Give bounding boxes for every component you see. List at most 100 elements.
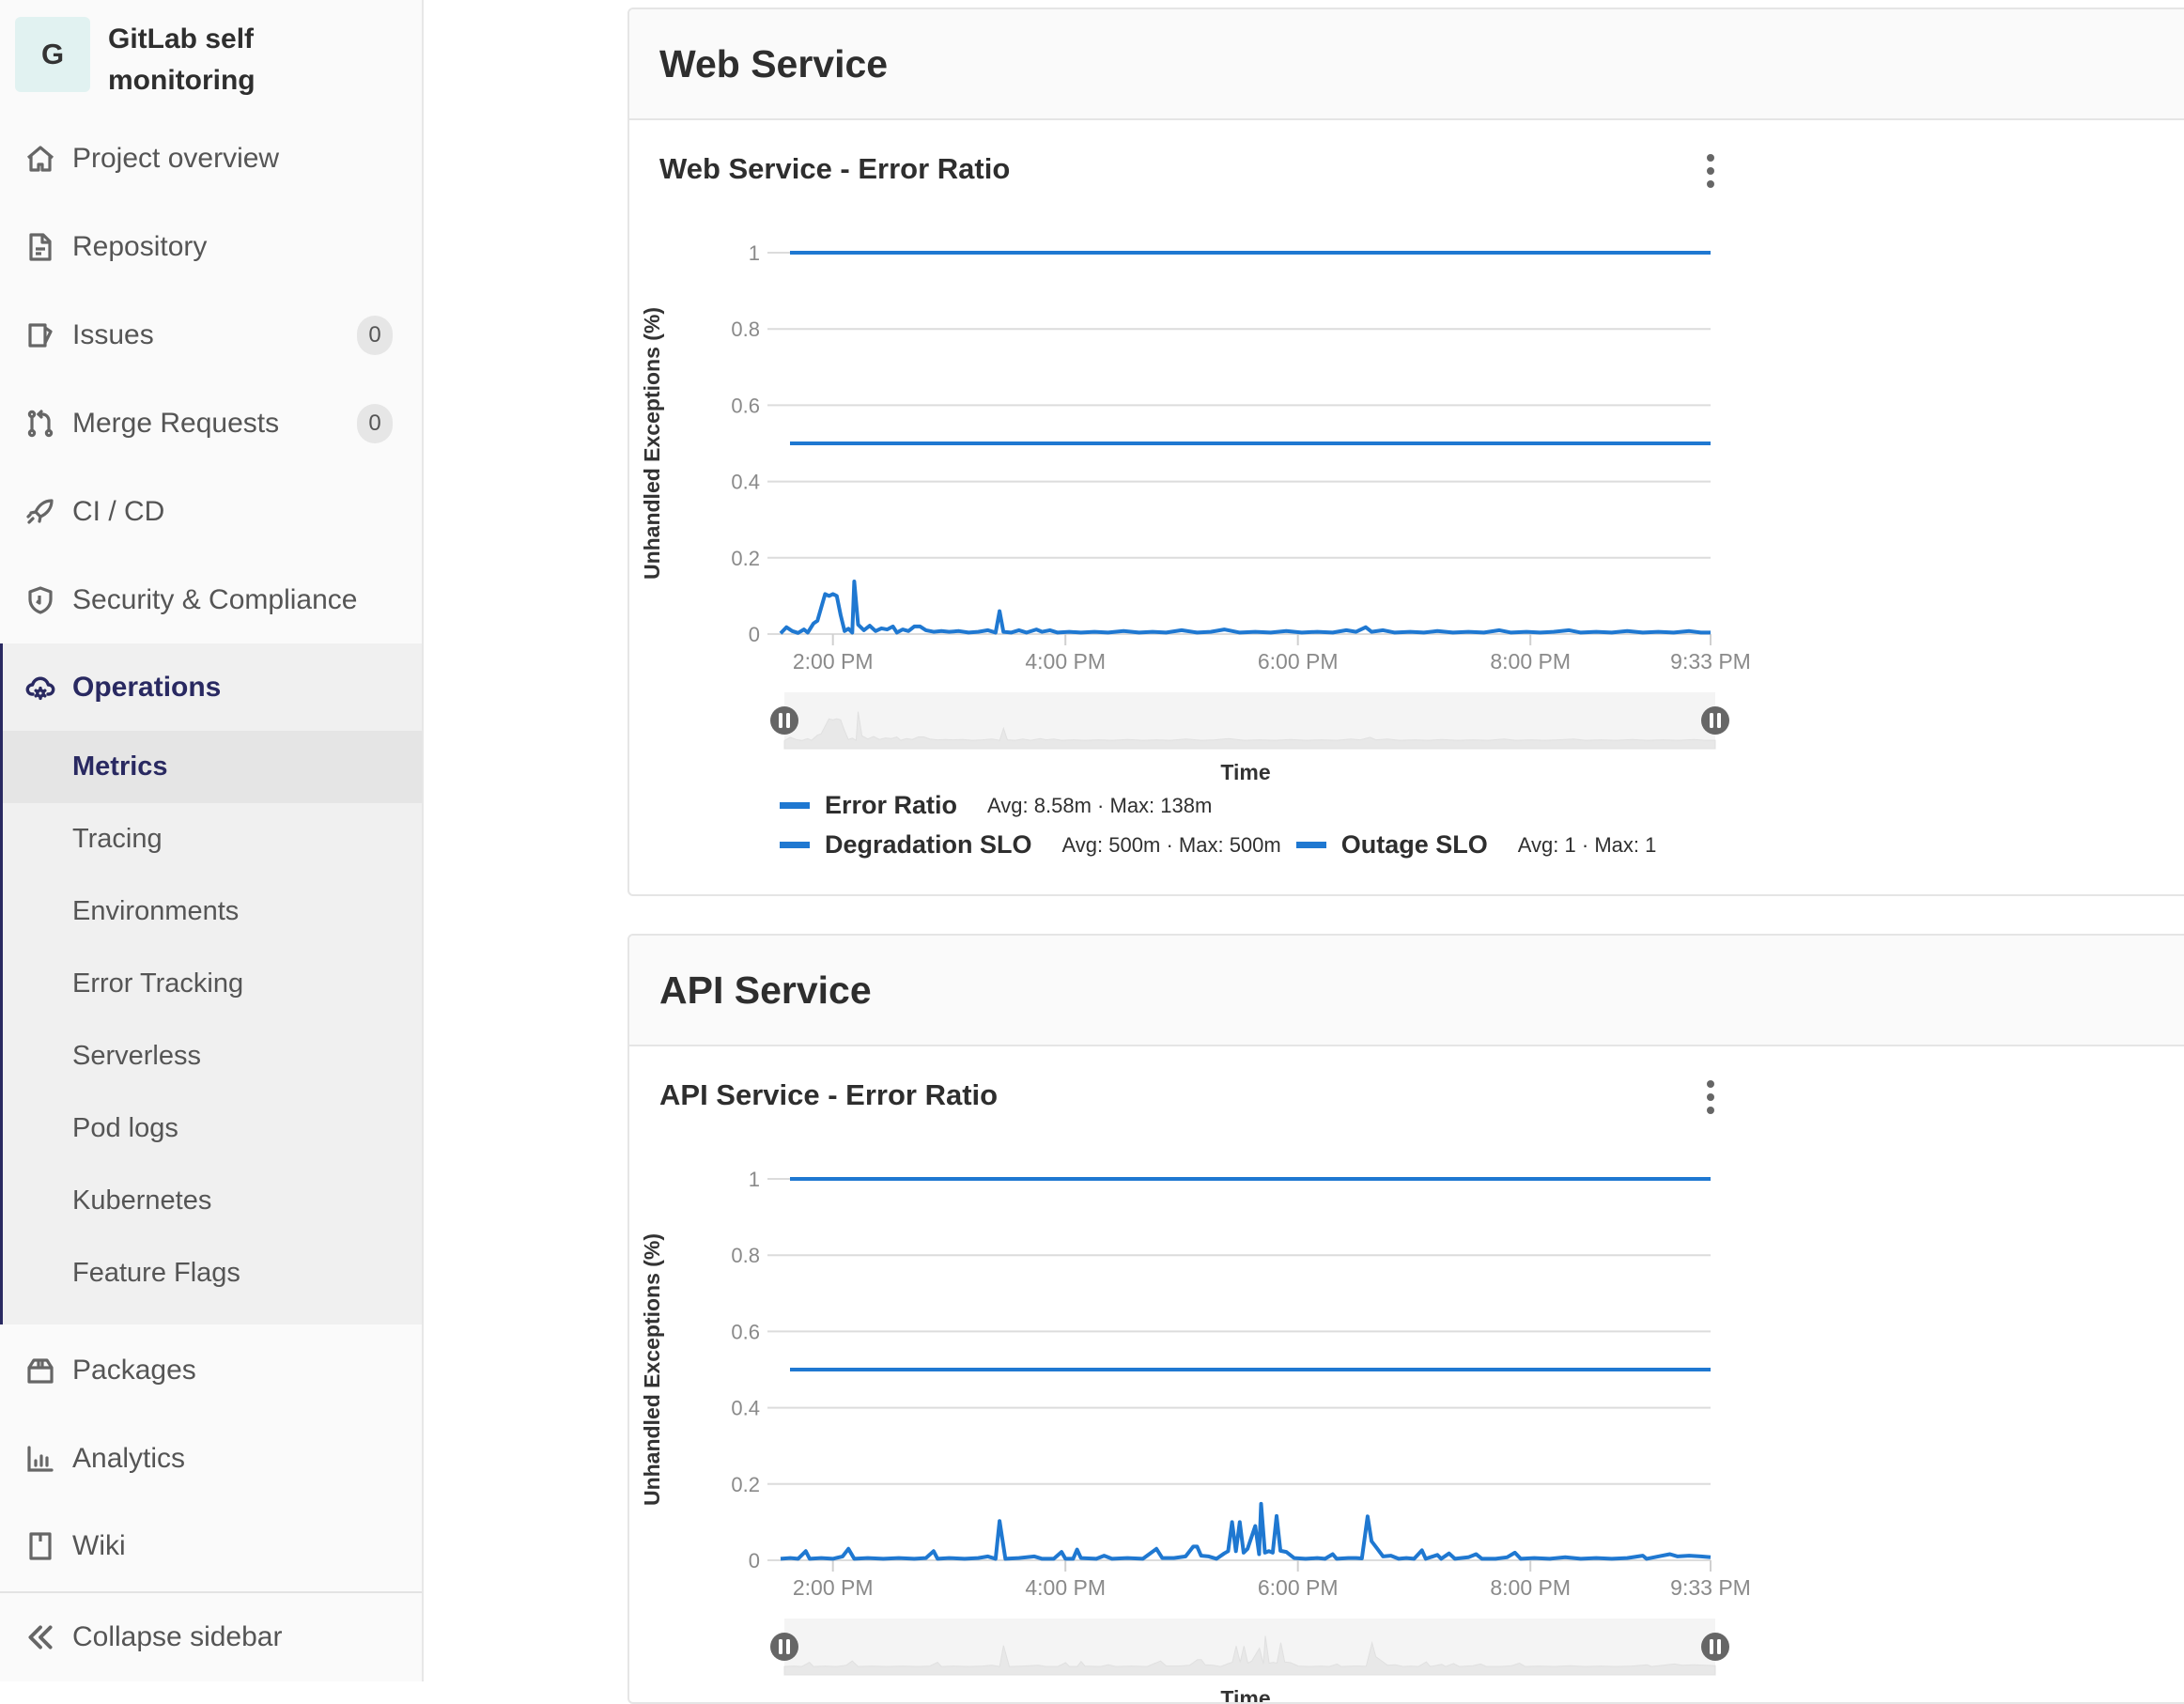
sidebar-item-project-overview[interactable]: Project overview — [0, 116, 422, 202]
y-tick-label: 0.4 — [731, 471, 760, 494]
legend-error-ratio[interactable]: Error Ratio — [825, 791, 957, 820]
x-tick-label: 6:00 PM — [1258, 1575, 1339, 1600]
x-tick-label: 9:33 PM — [1670, 649, 1751, 674]
sidebar-subitem-label: Metrics — [72, 751, 168, 782]
max-label: Max: — [1178, 832, 1230, 857]
zoom-handle-end[interactable] — [1701, 706, 1729, 735]
sidebar-item-label: Issues — [72, 319, 154, 350]
sidebar: G GitLab self monitoring Project overvie… — [0, 0, 424, 1681]
x-axis-label: Time — [1220, 1686, 1270, 1704]
sidebar-subitem-label: Kubernetes — [72, 1185, 212, 1216]
handle-grip — [1710, 1639, 1713, 1654]
avg-value: 1 — [1564, 832, 1576, 857]
sidebar-subitem-label: Error Tracking — [72, 968, 244, 999]
shield-icon — [24, 584, 56, 616]
y-tick-label: 0 — [749, 623, 760, 646]
handle-grip — [779, 1639, 782, 1654]
y-tick-label: 0.4 — [731, 1397, 760, 1420]
sidebar-subitem-pod-logs[interactable]: Pod logs — [0, 1092, 422, 1165]
project-header[interactable]: G GitLab self monitoring — [15, 17, 296, 101]
sidebar-item-wiki[interactable]: Wiki — [0, 1503, 422, 1589]
sidebar-item-label: Project overview — [72, 143, 280, 174]
zoom-handle-end[interactable] — [1701, 1633, 1729, 1661]
handle-knob — [1701, 706, 1729, 735]
collapse-sidebar-button[interactable]: Collapse sidebar — [0, 1591, 422, 1681]
handle-knob — [770, 706, 798, 735]
handle-grip — [779, 713, 782, 728]
y-axis-label: Unhandled Exceptions (%) — [640, 1233, 664, 1506]
sidebar-subitem-metrics[interactable]: Metrics — [0, 731, 422, 803]
sidebar-item-label: Analytics — [72, 1443, 186, 1474]
sidebar-subitem-label: Tracing — [72, 824, 163, 854]
x-axis-label: Time — [1220, 760, 1270, 784]
handle-grip — [1710, 713, 1713, 728]
y-tick-label: 0.2 — [731, 547, 760, 570]
project-name[interactable]: GitLab self monitoring — [108, 19, 296, 101]
legend-stats: Avg: 8.58m · Max: 138m — [987, 793, 1213, 817]
home-icon — [24, 143, 56, 175]
rocket-icon — [24, 496, 56, 528]
handle-knob — [770, 1633, 798, 1661]
sidebar-subitem-tracing[interactable]: Tracing — [0, 803, 422, 875]
issues-count-badge: 0 — [357, 316, 393, 355]
sidebar-item-packages[interactable]: Packages — [0, 1327, 422, 1414]
error-ratio-chart: 0 0.2 0.4 0.6 0.8 1 Unhandled Exceptions (%) 2:… — [640, 1168, 1751, 1704]
legend-swatch — [780, 802, 810, 809]
double-chevron-left-icon — [24, 1621, 56, 1653]
zoom-handle-start[interactable] — [770, 706, 798, 735]
y-tick-label: 0.2 — [731, 1473, 760, 1496]
legend-stats: Avg: 500m · Max: 500m — [1061, 832, 1281, 857]
sidebar-item-label: Packages — [72, 1355, 196, 1386]
sidebar-item-label: Merge Requests — [72, 408, 280, 439]
sidebar-item-label: Repository — [72, 231, 208, 262]
legend-row: Degradation SLO Avg: 500m · Max: 500m Ou… — [780, 830, 1671, 860]
legend-swatch — [780, 842, 810, 848]
dashboard-group-web-service: Web Service Web Service - Error Ratio 00… — [627, 8, 2184, 896]
legend-degradation-slo[interactable]: Degradation SLO — [825, 830, 1032, 860]
x-tick-label: 6:00 PM — [1258, 649, 1339, 674]
y-tick-label: 0.6 — [731, 1320, 760, 1343]
sidebar-item-label: Operations — [72, 671, 222, 703]
y-tick-label: 0 — [749, 1549, 760, 1572]
handle-grip — [1717, 713, 1721, 728]
avg-value: 500m — [1108, 832, 1161, 857]
sidebar-subitem-environments[interactable]: Environments — [0, 875, 422, 948]
project-avatar[interactable]: G — [15, 17, 90, 92]
y-tick-label: 0.8 — [731, 1244, 760, 1267]
y-tick-label: 0.6 — [731, 394, 760, 417]
book-icon — [24, 1530, 56, 1562]
merge-requests-count-badge: 0 — [357, 404, 393, 443]
chart-icon — [24, 1443, 56, 1475]
y-axis-label: Unhandled Exceptions (%) — [640, 307, 664, 580]
y-tick-label: 0.8 — [731, 318, 760, 341]
x-tick-label: 8:00 PM — [1490, 649, 1571, 674]
zoom-handle-start[interactable] — [770, 1633, 798, 1661]
sidebar-subitem-serverless[interactable]: Serverless — [0, 1020, 422, 1092]
sidebar-item-issues[interactable]: Issues 0 — [0, 292, 422, 379]
sidebar-item-analytics[interactable]: Analytics — [0, 1416, 422, 1502]
sidebar-subitem-label: Environments — [72, 896, 240, 926]
max-value: 138m — [1160, 793, 1213, 817]
handle-knob — [1701, 1633, 1729, 1661]
sidebar-item-merge-requests[interactable]: Merge Requests 0 — [0, 380, 422, 467]
sidebar-item-repository[interactable]: Repository — [0, 204, 422, 290]
legend-row: Error Ratio Avg: 8.58m · Max: 138m — [780, 791, 1227, 820]
x-tick-label: 4:00 PM — [1025, 649, 1106, 674]
git-merge-icon — [24, 408, 56, 440]
sidebar-subitem-error-tracking[interactable]: Error Tracking — [0, 948, 422, 1020]
sidebar-subitem-feature-flags[interactable]: Feature Flags — [0, 1237, 422, 1309]
max-label: Max: — [1109, 793, 1161, 817]
document-icon — [24, 231, 56, 263]
avg-value: 8.58m — [1033, 793, 1092, 817]
sidebar-item-operations[interactable]: Operations — [0, 643, 422, 731]
x-tick-label: 8:00 PM — [1490, 1575, 1571, 1600]
issues-icon — [24, 319, 56, 351]
y-tick-label: 1 — [749, 1168, 760, 1191]
legend-outage-slo[interactable]: Outage SLO — [1341, 830, 1488, 860]
sidebar-subitem-kubernetes[interactable]: Kubernetes — [0, 1165, 422, 1237]
sidebar-item-label: Wiki — [72, 1530, 126, 1561]
avg-label: Avg: — [1517, 832, 1565, 857]
sidebar-item-ci-cd[interactable]: CI / CD — [0, 469, 422, 555]
sidebar-item-security-compliance[interactable]: Security & Compliance — [0, 557, 422, 643]
x-tick-label: 2:00 PM — [793, 1575, 874, 1600]
